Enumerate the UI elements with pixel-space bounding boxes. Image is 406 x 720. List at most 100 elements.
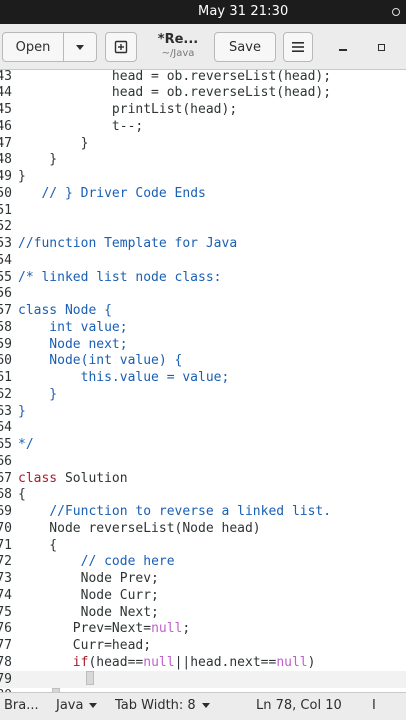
line-number: 70 xyxy=(0,520,12,536)
line-number: 79 xyxy=(0,671,12,687)
language-selector[interactable]: Java xyxy=(56,698,98,713)
open-button[interactable]: Open xyxy=(2,32,64,62)
code-line[interactable]: 44 head = ob.reverseList(head); xyxy=(0,84,406,101)
code-line[interactable]: 52 xyxy=(0,218,406,235)
code-token: this.value = value; xyxy=(18,370,230,385)
chevron-down-icon xyxy=(89,703,98,708)
code-line[interactable]: 62 } xyxy=(0,386,406,403)
code-line[interactable]: 74 Node Curr; xyxy=(0,587,406,604)
code-line[interactable]: 56 xyxy=(0,285,406,302)
code-token: Solution xyxy=(57,470,128,486)
code-text: Curr=head; xyxy=(18,637,151,654)
code-token: class Node { xyxy=(18,303,112,318)
tab-width-selector[interactable]: Tab Width: 8 xyxy=(115,698,210,713)
code-text: Node Curr; xyxy=(18,587,159,604)
code-line[interactable]: 53 //function Template for Java xyxy=(0,235,406,252)
code-line[interactable]: 49} xyxy=(0,168,406,185)
code-line[interactable]: 70 Node reverseList(Node head) xyxy=(0,520,406,537)
code-line[interactable]: 43 head = ob.reverseList(head); xyxy=(0,70,406,85)
code-line[interactable]: 47 } xyxy=(0,135,406,152)
code-line[interactable]: 71 { xyxy=(0,537,406,554)
system-status-icon[interactable] xyxy=(392,8,400,16)
code-line[interactable]: 54 xyxy=(0,252,406,269)
minimize-button[interactable] xyxy=(330,34,356,60)
code-line[interactable]: 68 { xyxy=(0,486,406,503)
code-token: t--; xyxy=(18,118,144,134)
code-line[interactable]: 67 class Solution xyxy=(0,470,406,487)
cursor-position[interactable]: Ln 78, Col 10 xyxy=(256,698,342,713)
insert-mode-indicator: I xyxy=(372,698,376,713)
line-number: 55 xyxy=(0,269,12,285)
code-text: { xyxy=(18,537,57,554)
code-token: } xyxy=(18,135,89,151)
code-line[interactable]: 77 Curr=head; xyxy=(0,637,406,654)
code-text: Node reverseList(Node head) xyxy=(18,520,260,537)
branch-indicator[interactable]: Bra... xyxy=(4,698,39,713)
code-line[interactable]: 76 Prev=Next=null; xyxy=(0,620,406,637)
code-line[interactable]: 55 /* linked list node class: xyxy=(0,269,406,286)
line-number: 63 xyxy=(0,403,12,419)
document-title: *Re... xyxy=(157,32,199,47)
code-text: //Function to reverse a linked list. xyxy=(18,503,331,520)
line-number: 62 xyxy=(0,386,12,402)
code-line[interactable]: 45 printList(head); xyxy=(0,101,406,118)
code-token: (head== xyxy=(88,654,144,670)
text-cursor xyxy=(86,670,94,685)
line-number: 61 xyxy=(0,370,12,385)
code-token: */ xyxy=(18,437,34,452)
line-number: 77 xyxy=(0,638,12,653)
code-line[interactable]: 61 this.value = value; xyxy=(0,369,406,386)
clock[interactable]: May 31 21:30 xyxy=(198,4,288,19)
line-number: 43 xyxy=(0,70,12,84)
code-token: //function Template for Java xyxy=(18,236,238,251)
line-number: 65 xyxy=(0,437,12,452)
current-line[interactable]: 79 xyxy=(0,670,406,688)
code-line[interactable]: 57 class Node { xyxy=(0,302,406,319)
code-line[interactable]: 60 Node(int value) { xyxy=(0,352,406,369)
line-number: 54 xyxy=(0,252,12,268)
main-menu-button[interactable] xyxy=(283,32,313,62)
code-text: this.value = value; xyxy=(18,369,230,386)
save-button[interactable]: Save xyxy=(214,32,276,62)
code-line[interactable]: 72 // code here xyxy=(0,553,406,570)
code-token: } xyxy=(18,403,26,419)
code-line[interactable]: 50 // } Driver Code Ends xyxy=(0,185,406,202)
code-text: class Solution xyxy=(18,470,128,487)
code-token: head = ob.reverseList(head); xyxy=(18,70,332,84)
code-token: Node Prev; xyxy=(18,571,159,586)
system-top-bar: May 31 21:30 xyxy=(0,0,406,24)
code-line[interactable]: 78 if(head==null||head.next==null) xyxy=(0,654,406,671)
code-text: } xyxy=(18,135,89,152)
code-line[interactable]: 69 //Function to reverse a linked list. xyxy=(0,503,406,520)
code-line[interactable]: 58 int value; xyxy=(0,319,406,336)
line-number: 45 xyxy=(0,102,12,117)
code-line[interactable]: 75 Node Next; xyxy=(0,604,406,621)
code-line[interactable]: 48 } xyxy=(0,151,406,168)
code-text: */ xyxy=(18,436,34,453)
maximize-icon xyxy=(377,43,385,51)
maximize-button[interactable] xyxy=(368,34,394,60)
new-tab-button[interactable] xyxy=(105,32,137,62)
code-token: Curr=head; xyxy=(18,638,152,653)
code-token: null xyxy=(151,621,183,637)
code-line[interactable]: 73 Node Prev; xyxy=(0,570,406,587)
code-editor[interactable]: 43 head = ob.reverseList(head); 44 head =… xyxy=(0,70,406,692)
tab-width-label: Tab Width: 8 xyxy=(115,698,196,713)
code-token: Node Curr; xyxy=(18,587,159,603)
line-number: 60 xyxy=(0,353,12,369)
open-menu-button[interactable] xyxy=(63,32,97,62)
code-line[interactable]: 66 xyxy=(0,453,406,470)
code-token: // code here xyxy=(80,554,175,570)
code-line[interactable]: 64 xyxy=(0,419,406,436)
code-line[interactable]: 46 t--; xyxy=(0,118,406,135)
code-line[interactable]: 63} xyxy=(0,403,406,420)
code-line[interactable]: 65 */ xyxy=(0,436,406,453)
code-text: t--; xyxy=(18,118,143,135)
code-line[interactable]: 51 xyxy=(0,202,406,219)
code-line[interactable]: 59 Node next; xyxy=(0,336,406,353)
new-document-icon xyxy=(114,40,128,54)
code-text: // code here xyxy=(18,553,175,570)
